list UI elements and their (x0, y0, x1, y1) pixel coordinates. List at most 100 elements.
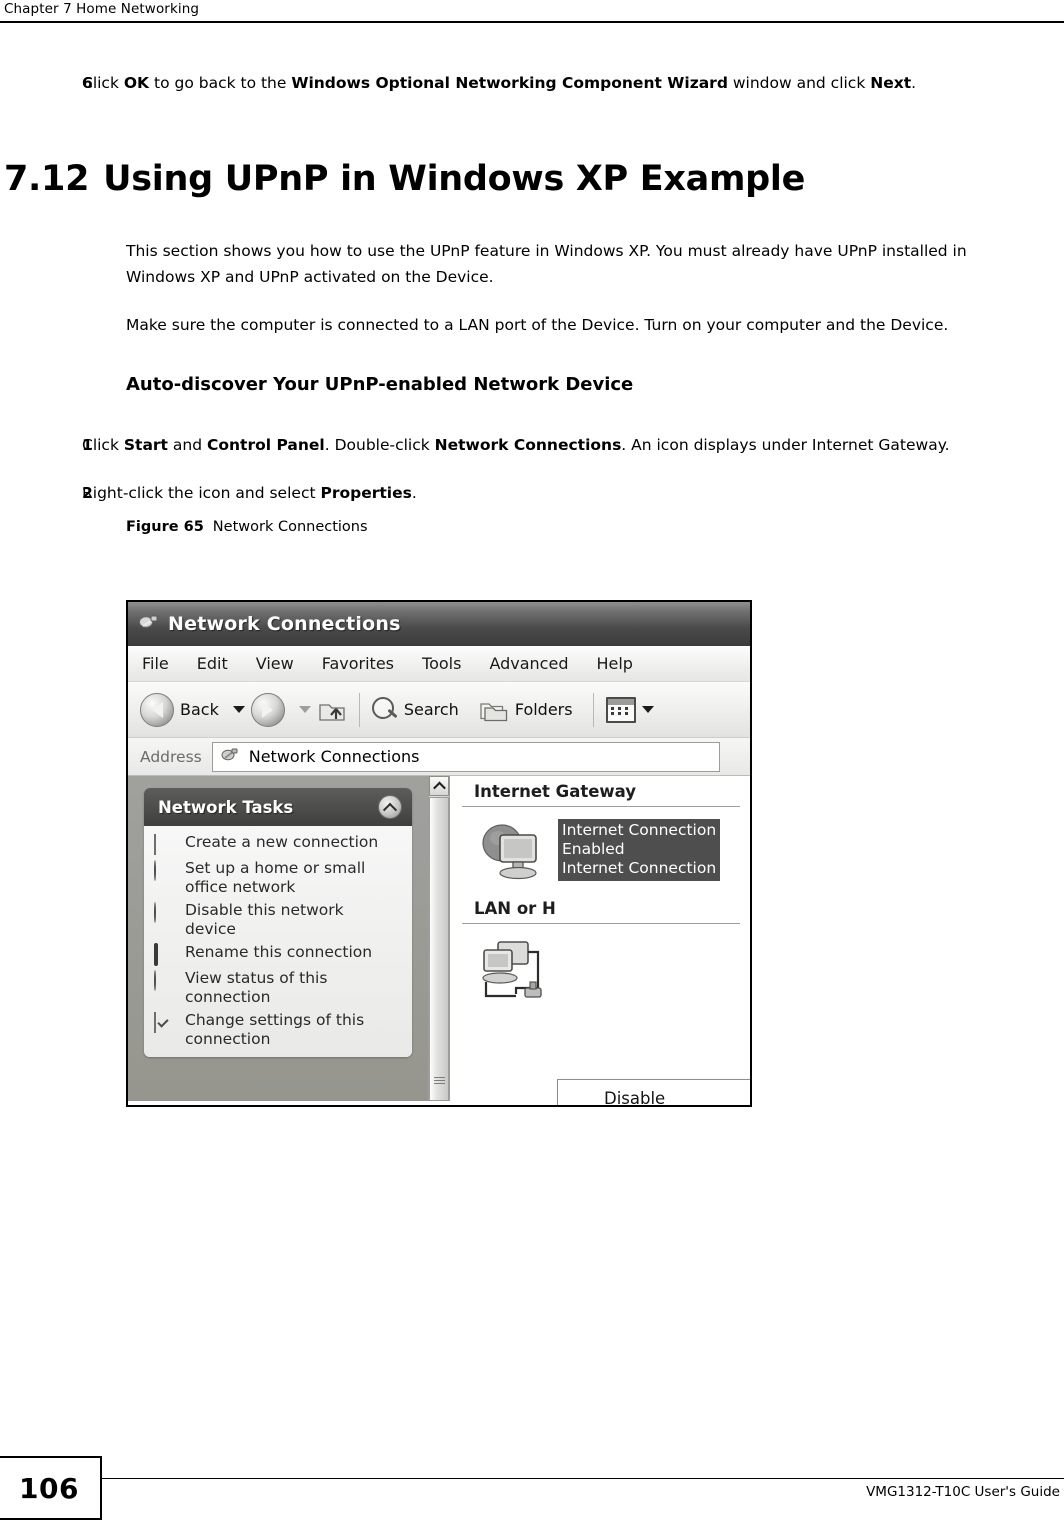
search-button[interactable]: Search (371, 696, 459, 723)
folders-button-label: Folders (514, 700, 573, 719)
menu-view[interactable]: View (256, 654, 294, 673)
page-number-box: 106 (0, 1456, 102, 1520)
step-2-number: 2 (82, 484, 93, 502)
search-icon (371, 696, 398, 723)
section-number: 7.12 (4, 159, 90, 199)
network-tasks-title: Network Tasks (158, 797, 294, 817)
connections-list-pane: Internet Gateway Internet Connection Ena… (450, 776, 750, 1101)
task-rename-connection[interactable]: Rename this connection (154, 943, 404, 966)
menu-help[interactable]: Help (596, 654, 632, 673)
step1-frag-a: Click (82, 436, 124, 454)
network-connections-icon (138, 613, 160, 635)
task-disable-network-device[interactable]: Disable this network device (154, 901, 404, 939)
context-menu-item-disable[interactable]: Disable (558, 1085, 750, 1105)
scroll-up-icon[interactable] (429, 776, 449, 796)
header-rule (0, 21, 1064, 23)
task-label: Change settings of this connection (185, 1011, 365, 1048)
window-title-text: Network Connections (168, 613, 401, 635)
toolbar-separator-1 (358, 692, 360, 727)
scrollbar-thumb[interactable] (429, 797, 449, 1101)
task-label: Rename this connection (185, 943, 373, 961)
task-view-status[interactable]: View status of this connection (154, 969, 404, 1007)
section-heading: 7.12 Using UPnP in Windows XP Example (0, 158, 1064, 200)
context-menu: Disable Status Create Shortcut Delete Re… (557, 1079, 750, 1105)
views-icon[interactable] (605, 696, 636, 723)
folders-button[interactable]: Folders (479, 697, 573, 723)
menu-file[interactable]: File (142, 654, 169, 673)
figure-caption: Figure 65 Network Connections (0, 516, 1064, 538)
vertical-scrollbar[interactable] (428, 776, 450, 1101)
task-label: Disable this network device (185, 901, 344, 938)
step6-next: Next (870, 74, 912, 92)
task-pane: Network Tasks Create a new connection Se… (128, 776, 428, 1101)
step-6-number: 6 (82, 74, 93, 92)
menu-bar: File Edit View Favorites Tools Advanced … (128, 646, 750, 682)
step1-frag-g: . An icon displays under Internet Gatewa… (621, 436, 950, 454)
rename-connection-icon (154, 943, 176, 966)
group-heading-lan: LAN or H (474, 899, 556, 918)
toolbar-separator-2 (592, 692, 594, 727)
step1-start: Start (123, 436, 168, 454)
back-dropdown-icon[interactable] (232, 706, 245, 713)
step1-frag-e: . Double-click (324, 436, 435, 454)
forward-button[interactable] (250, 692, 285, 727)
connection-item-internet-connection[interactable]: Internet Connection Enabled Internet Con… (450, 807, 750, 885)
step1-frag-c: and (167, 436, 207, 454)
task-create-new-connection[interactable]: Create a new connection (154, 833, 404, 855)
page-footer: 106 VMG1312-T10C User's Guide (0, 1440, 1064, 1524)
toolbar: Back Search Folders (128, 682, 750, 738)
step2-properties: Properties (320, 484, 412, 502)
step1-network-connections: Network Connections (434, 436, 622, 454)
intro-paragraph-1: This section shows you how to use the UP… (126, 242, 967, 286)
step-1-text: Click Start and Control Panel. Double-cl… (82, 432, 1064, 458)
menu-advanced[interactable]: Advanced (489, 654, 568, 673)
forward-arrow-icon (250, 692, 285, 727)
views-dropdown-icon[interactable] (641, 706, 654, 713)
explorer-body: Network Tasks Create a new connection Se… (128, 776, 750, 1105)
task-label: Create a new connection (185, 833, 379, 851)
address-label: Address (140, 747, 202, 766)
step6-frag-e: window and click (727, 74, 871, 92)
network-tasks-list: Create a new connection Set up a home or… (144, 826, 412, 1057)
step6-ok: OK (123, 74, 150, 92)
search-button-label: Search (403, 700, 459, 719)
task-change-settings[interactable]: Change settings of this connection (154, 1011, 404, 1049)
address-input[interactable]: Network Connections (211, 741, 720, 772)
task-label: View status of this connection (185, 969, 328, 1006)
step6-frag-g: . (911, 74, 917, 92)
menu-tools[interactable]: Tools (422, 654, 461, 673)
section-title-text: Using UPnP in Windows XP Example (103, 159, 806, 199)
forward-dropdown-icon[interactable] (298, 706, 311, 713)
step2-frag-a: Right-click the icon and select (82, 484, 321, 502)
folders-icon (479, 697, 509, 723)
connection-item-lan[interactable] (450, 924, 750, 1006)
step1-control-panel: Control Panel (206, 436, 325, 454)
connection-label: Internet Connection Enabled Internet Con… (558, 819, 721, 881)
task-label: Set up a home or small office network (185, 859, 366, 896)
step6-frag-c: to go back to the (149, 74, 292, 92)
numbered-step-1: 1 Click Start and Control Panel. Double-… (0, 432, 1064, 458)
scrollbar-grip-icon (434, 1077, 445, 1086)
intro-paragraph-2: Make sure the computer is connected to a… (126, 316, 949, 334)
page-header: Chapter 7 Home Networking (0, 0, 1064, 24)
change-settings-icon (154, 1012, 176, 1033)
step2-frag-c: . (411, 484, 417, 502)
menu-edit[interactable]: Edit (197, 654, 228, 673)
step6-wizard: Windows Optional Networking Component Wi… (291, 74, 728, 92)
address-bar: Address Network Connections (128, 738, 750, 776)
chapter-header-text: Chapter 7 Home Networking (4, 1, 200, 17)
page-content: 6 Click OK to go back to the Windows Opt… (0, 24, 1064, 538)
network-tasks-panel: Network Tasks Create a new connection Se… (144, 788, 412, 1057)
up-one-level-icon[interactable] (317, 696, 347, 724)
chevron-up-icon[interactable] (378, 795, 402, 819)
menu-favorites[interactable]: Favorites (322, 654, 394, 673)
group-heading-internet-gateway: Internet Gateway (474, 782, 637, 801)
figure-title: Network Connections (212, 519, 368, 535)
task-setup-home-network[interactable]: Set up a home or small office network (154, 859, 404, 897)
window-titlebar: Network Connections (128, 602, 750, 646)
back-button[interactable]: Back (140, 692, 219, 727)
network-tasks-header[interactable]: Network Tasks (144, 788, 412, 826)
footer-rule (102, 1478, 1064, 1479)
network-connections-screenshot: Network Connections File Edit View Favor… (126, 600, 752, 1107)
new-connection-icon (154, 834, 176, 855)
